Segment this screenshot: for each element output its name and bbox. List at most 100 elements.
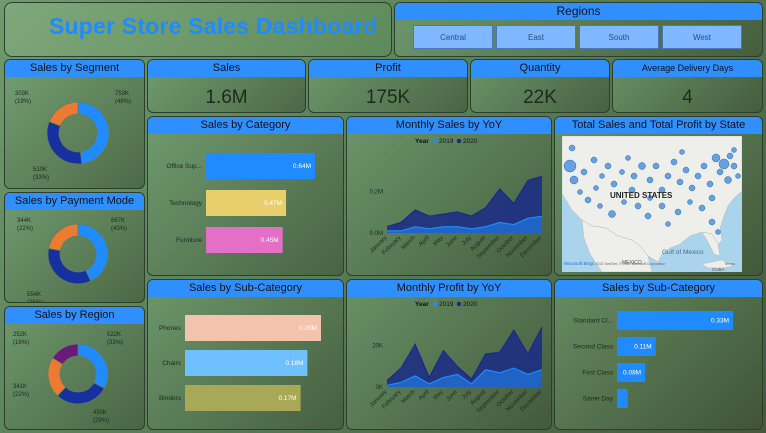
donut-title: Sales by Region	[5, 307, 144, 324]
state-bubble[interactable]	[698, 204, 706, 212]
state-bubble[interactable]	[619, 169, 625, 175]
bar[interactable]	[617, 389, 628, 408]
region-button-west[interactable]: West	[662, 25, 742, 49]
donut-chart-payment[interactable]: 667K (43%) 554K (35%) 344K (22%)	[5, 210, 145, 303]
state-bubble[interactable]	[708, 218, 716, 226]
donut-data-label: 344K (22%)	[17, 218, 33, 232]
category-label: Office Sup...	[166, 163, 202, 170]
state-bubble[interactable]	[644, 212, 652, 220]
kpi-label: Profit	[309, 60, 467, 77]
state-bubble[interactable]	[687, 199, 693, 205]
x-tick-label: April	[418, 235, 431, 248]
state-bubble[interactable]	[610, 180, 618, 188]
state-bubble[interactable]	[724, 176, 732, 184]
donut-slice[interactable]	[47, 247, 92, 285]
state-bubble[interactable]	[665, 221, 671, 227]
bar-chart-subcategory[interactable]: Phones 0.20M Chairs 0.18M Binders 0.17M	[148, 297, 344, 430]
state-bubble[interactable]	[711, 153, 721, 163]
state-bubble[interactable]	[584, 196, 592, 204]
bar-data-label: 0.47M	[264, 200, 282, 207]
region-button-east[interactable]: East	[496, 25, 576, 49]
legend-item[interactable]: 2020	[463, 301, 478, 308]
state-bubble[interactable]	[568, 144, 576, 152]
state-bubble[interactable]	[630, 172, 638, 180]
legend-title: Year	[415, 301, 429, 308]
state-bubble[interactable]	[599, 173, 605, 179]
bar-chart-ship-mode[interactable]: Standard Cl... 0.33M Second Class 0.11M Firs…	[555, 297, 763, 430]
state-bubble[interactable]	[638, 162, 646, 170]
chart-title: Sales by Sub-Category	[148, 280, 343, 297]
state-bubble[interactable]	[674, 208, 682, 216]
category-label: Binders	[159, 395, 182, 402]
region-button-south[interactable]: South	[579, 25, 659, 49]
state-bubble[interactable]	[634, 202, 642, 210]
kpi-card-profit: Profit 175K	[308, 59, 468, 113]
bar-chart-category[interactable]: Office Sup... 0.64M Technology 0.47M Furnitu…	[148, 134, 344, 276]
panel-sales-by-ship-mode: Sales by Sub-Category Standard Cl... 0.33…	[554, 279, 763, 430]
state-bubble[interactable]	[718, 158, 730, 170]
state-bubble[interactable]	[694, 172, 702, 180]
state-bubble[interactable]	[646, 176, 654, 184]
state-bubble[interactable]	[593, 185, 599, 191]
state-bubble[interactable]	[679, 149, 685, 155]
state-bubble[interactable]	[735, 173, 741, 179]
state-bubble[interactable]	[621, 199, 627, 205]
gulf-label: Gulf of Mexico	[662, 249, 704, 256]
region-button-central[interactable]: Central	[413, 25, 493, 49]
donut-slice[interactable]	[77, 101, 110, 165]
category-label: Same Day	[583, 396, 614, 403]
kpi-card-sales: Sales 1.6M	[147, 59, 306, 113]
map-terms-link[interactable]: Terms	[724, 261, 735, 266]
state-bubble[interactable]	[731, 147, 737, 153]
legend-marker	[456, 301, 462, 307]
area-chart-monthly-sales[interactable]: Year 2019 20200.0M0.2MJanuaryFebruaryMarch…	[347, 134, 552, 276]
state-bubble[interactable]	[670, 158, 678, 166]
state-bubble[interactable]	[597, 203, 603, 209]
category-label: First Class	[582, 370, 613, 377]
donut-chart-segment[interactable]: 753K (48%) 510K (33%) 303K (19%)	[5, 77, 145, 189]
kpi-value: 175K	[365, 87, 411, 108]
state-bubble[interactable]	[652, 162, 660, 170]
state-bubble[interactable]	[688, 184, 696, 192]
state-bubble[interactable]	[726, 152, 734, 160]
panel-monthly-sales: Monthly Sales by YoY Year 2019 2020 0.0M 0.2…	[346, 116, 552, 276]
us-map[interactable]: UNITED STATES Gulf of Mexico MEXICO CUBA…	[562, 136, 742, 272]
bar-data-label: 0.11M	[634, 344, 652, 351]
state-bubble[interactable]	[706, 180, 714, 188]
state-bubble[interactable]	[608, 210, 616, 218]
bar-data-label: 0.08M	[623, 370, 641, 377]
state-bubble[interactable]	[577, 189, 583, 195]
map-brand: Microsoft Bing	[564, 261, 593, 266]
donut-chart-region[interactable]: 522K (33%) 450K (29%) 341K (22%) 252K (16%)	[5, 324, 145, 430]
state-bubble[interactable]	[730, 162, 738, 170]
state-bubble[interactable]	[700, 162, 708, 170]
state-bubble[interactable]	[658, 202, 666, 210]
state-bubble[interactable]	[580, 168, 588, 176]
x-tick-label: May	[433, 235, 445, 247]
state-bubble[interactable]	[716, 168, 724, 176]
donut-title: Sales by Payment Mode	[5, 193, 144, 210]
legend-item[interactable]: 2020	[463, 138, 478, 145]
legend-item[interactable]: 2019	[439, 138, 454, 145]
dashboard-title-panel: Super Store Sales Dashboard	[4, 2, 392, 57]
x-tick-label: May	[433, 389, 445, 401]
donut-data-label: 252K (16%)	[13, 332, 29, 346]
bar-data-label: 0.33M	[711, 318, 729, 325]
state-bubble[interactable]	[625, 155, 631, 161]
donut-slice[interactable]	[46, 121, 83, 165]
state-bubble[interactable]	[569, 175, 579, 185]
state-bubble[interactable]	[664, 172, 672, 180]
state-bubble[interactable]	[715, 229, 721, 235]
donut-slice[interactable]	[48, 223, 79, 252]
state-bubble[interactable]	[708, 194, 716, 202]
donut-slice[interactable]	[77, 343, 109, 389]
state-bubble[interactable]	[682, 166, 690, 174]
donut-slice[interactable]	[48, 101, 79, 127]
bar-data-label: 0.20M	[299, 325, 317, 332]
legend-item[interactable]: 2019	[439, 301, 454, 308]
state-bubble[interactable]	[676, 178, 684, 186]
area-chart-monthly-profit[interactable]: Year 2019 20200K20KJanuaryFebruaryMarch Apr…	[347, 297, 552, 430]
state-bubble[interactable]	[563, 159, 577, 173]
state-bubble[interactable]	[590, 156, 598, 164]
state-bubble[interactable]	[604, 162, 612, 170]
